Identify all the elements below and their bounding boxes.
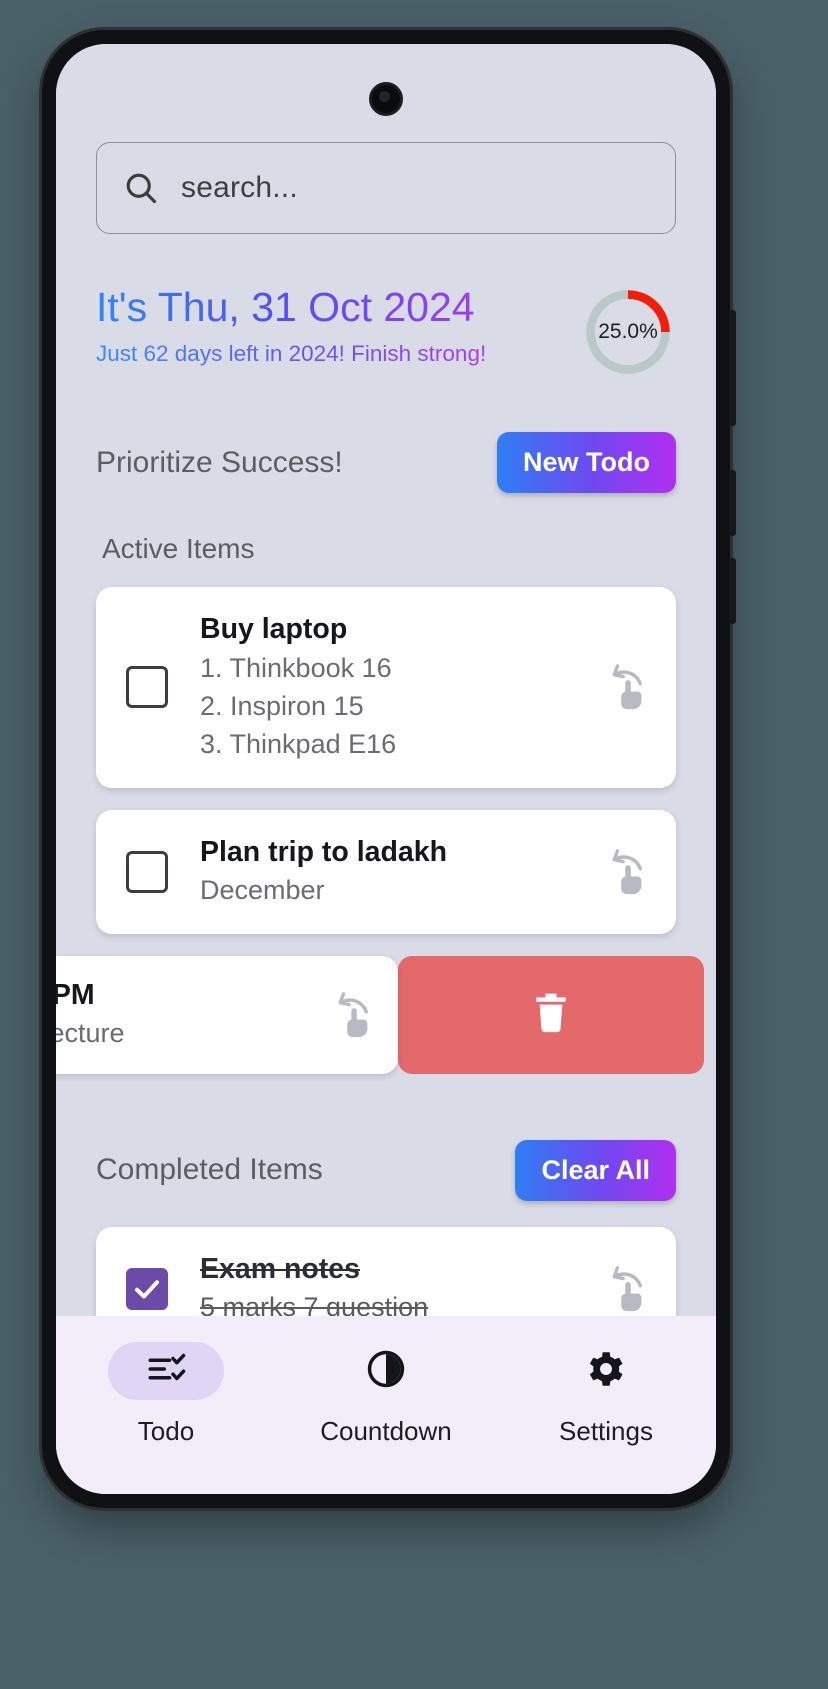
phone-side-button-volume <box>729 310 736 426</box>
todo-card-buy-laptop[interactable]: Buy laptop 1. Thinkbook 16 2. Inspiron 1… <box>96 587 676 788</box>
swiped-todo-row: 2PM itecture <box>56 955 704 1074</box>
nav-pill-todo <box>108 1342 224 1400</box>
todo-detail-line: 1. Thinkbook 16 <box>200 652 392 683</box>
date-title: It's Thu, 31 Oct 2024 <box>96 285 486 329</box>
todo-checkbox-checked[interactable] <box>126 1267 168 1310</box>
phone-frame: search... It's Thu, 31 Oct 2024 Just 62 … <box>42 30 736 1508</box>
search-icon <box>123 170 159 206</box>
nav-label-settings: Settings <box>559 1416 653 1446</box>
phone-side-button-power <box>729 470 736 536</box>
todo-card-exam-notes[interactable]: Exam notes 5 marks 7 question <box>96 1226 676 1316</box>
todo-card-swiped[interactable]: 2PM itecture <box>56 955 398 1074</box>
gear-icon-svg <box>589 1351 623 1386</box>
nav-item-settings[interactable]: Settings <box>496 1342 716 1447</box>
trash-icon-svg <box>536 993 566 1033</box>
screenshot-stage: search... It's Thu, 31 Oct 2024 Just 62 … <box>0 0 828 1689</box>
motivation-row: Prioritize Success! New Todo <box>96 432 676 493</box>
swipe-left-icon <box>598 846 650 898</box>
todo-title: 2PM <box>56 978 95 1011</box>
todo-card-body: Exam notes 5 marks 7 question <box>200 1251 582 1316</box>
todo-detail-line: 5 marks 7 question <box>200 1292 429 1316</box>
progress-percent-label: 25.0% <box>598 320 658 343</box>
year-progress-ring: 25.0% <box>580 284 676 380</box>
app-screen: search... It's Thu, 31 Oct 2024 Just 62 … <box>56 44 716 1494</box>
nav-item-countdown[interactable]: Countdown <box>276 1342 496 1447</box>
clock-half-icon <box>365 1348 407 1395</box>
front-camera <box>369 82 403 116</box>
clear-all-button[interactable]: Clear All <box>515 1139 676 1201</box>
gear-icon <box>585 1348 627 1395</box>
todo-card-body: 2PM itecture <box>56 977 308 1053</box>
todo-title: Exam notes <box>200 1252 360 1285</box>
nav-pill-settings <box>548 1342 664 1400</box>
todo-card-body: Buy laptop 1. Thinkbook 16 2. Inspiron 1… <box>200 611 582 764</box>
new-todo-button[interactable]: New Todo <box>497 432 676 493</box>
date-progress-row: It's Thu, 31 Oct 2024 Just 62 days left … <box>96 282 676 380</box>
nav-pill-countdown <box>328 1342 444 1400</box>
swipe-left-icon <box>598 661 650 713</box>
todo-checkbox[interactable] <box>126 666 168 709</box>
trash-icon <box>529 990 573 1039</box>
swipe-left-icon <box>324 989 376 1041</box>
search-input[interactable]: search... <box>96 142 676 234</box>
nav-label-todo: Todo <box>137 1416 195 1446</box>
clock-half-icon-svg <box>367 1350 405 1387</box>
todo-checkbox[interactable] <box>126 850 168 893</box>
todo-detail-line: December <box>200 875 325 906</box>
active-items-heading: Active Items <box>102 533 255 564</box>
todo-card-plan-trip[interactable]: Plan trip to ladakh December <box>96 809 676 934</box>
app-content: search... It's Thu, 31 Oct 2024 Just 62 … <box>56 44 716 1316</box>
check-icon <box>135 1279 159 1298</box>
todo-detail-line: 3. Thinkpad E16 <box>200 729 397 760</box>
phone-side-button-extra <box>729 558 736 624</box>
date-block: It's Thu, 31 Oct 2024 Just 62 days left … <box>96 282 486 367</box>
todo-detail-line: 2. Inspiron 15 <box>200 690 364 721</box>
phone-screen-area: search... It's Thu, 31 Oct 2024 Just 62 … <box>56 44 716 1494</box>
nav-item-todo[interactable]: Todo <box>56 1342 276 1447</box>
completed-items-row: Completed Items Clear All <box>96 1139 676 1201</box>
search-placeholder-text: search... <box>181 171 298 204</box>
todo-card-body: Plan trip to ladakh December <box>200 834 582 910</box>
date-subtitle: Just 62 days left in 2024! Finish strong… <box>96 341 487 367</box>
bottom-navigation-bar: Todo Countdown Settings <box>56 1316 716 1494</box>
swipe-left-icon <box>598 1263 650 1315</box>
todo-detail-line: itecture <box>56 1018 125 1049</box>
nav-label-countdown: Countdown <box>320 1416 452 1446</box>
checklist-icon <box>145 1348 187 1395</box>
motivation-text: Prioritize Success! <box>96 445 343 479</box>
todo-title: Plan trip to ladakh <box>200 835 448 868</box>
completed-items-heading: Completed Items <box>96 1153 323 1187</box>
todo-title: Buy laptop <box>200 613 348 645</box>
delete-todo-button[interactable] <box>398 955 704 1074</box>
